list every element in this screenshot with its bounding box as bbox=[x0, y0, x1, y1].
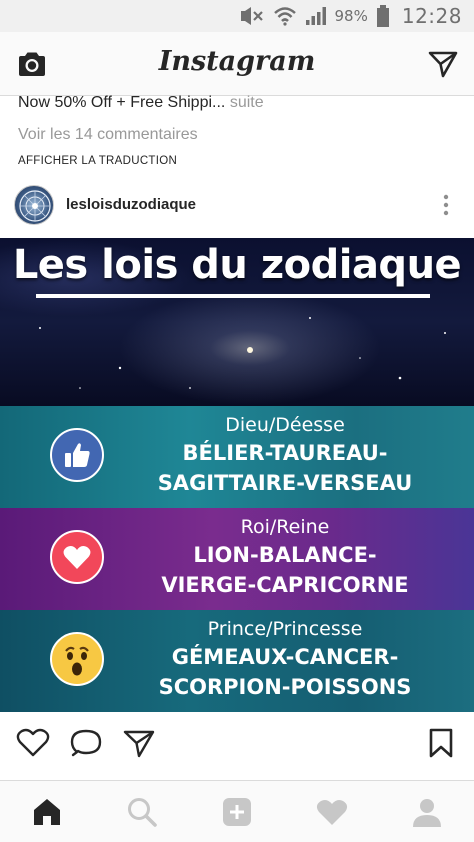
love-icon bbox=[50, 530, 104, 584]
zodiac-group-band: Roi/Reine LION-BALANCE- VIERGE-CAPRICORN… bbox=[0, 508, 474, 610]
title-underline bbox=[36, 294, 430, 298]
image-title: Les lois du zodiaque bbox=[12, 242, 462, 288]
see-translation-link[interactable]: AFFICHER LA TRADUCTION bbox=[18, 155, 177, 167]
app-header: Instagram bbox=[0, 32, 474, 96]
heart-icon[interactable] bbox=[16, 728, 50, 758]
home-icon[interactable] bbox=[30, 795, 64, 829]
group-role: Dieu/Déesse bbox=[225, 414, 345, 436]
profile-icon[interactable] bbox=[410, 795, 444, 829]
status-bar: 98% 12:28 bbox=[0, 0, 474, 32]
group-signs-line2: VIERGE-CAPRICORNE bbox=[161, 573, 409, 597]
post-actions bbox=[0, 712, 474, 770]
group-role: Prince/Princesse bbox=[207, 618, 363, 640]
bottom-navigation bbox=[0, 780, 474, 842]
avatar[interactable] bbox=[14, 185, 54, 225]
activity-icon[interactable] bbox=[315, 795, 349, 829]
group-signs-line2: SAGITTAIRE-VERSEAU bbox=[157, 471, 413, 495]
comment-icon[interactable] bbox=[70, 728, 104, 758]
group-signs-line2: SCORPION-POISSONS bbox=[158, 675, 412, 699]
battery-percentage: 98% bbox=[334, 7, 368, 25]
add-post-icon[interactable] bbox=[220, 795, 254, 829]
battery-icon bbox=[376, 5, 389, 27]
clock: 12:28 bbox=[401, 4, 462, 28]
like-icon bbox=[50, 428, 104, 482]
zodiac-group-band: Dieu/Déesse BÉLIER-TAUREAU- SAGITTAIRE-V… bbox=[0, 406, 474, 508]
post-username[interactable]: lesloisduzodiaque bbox=[66, 196, 196, 213]
wifi-icon bbox=[273, 7, 296, 26]
signal-icon bbox=[305, 7, 326, 25]
direct-message-icon[interactable] bbox=[428, 50, 458, 78]
group-signs-line1: LION-BALANCE- bbox=[193, 543, 377, 567]
caption-more-link[interactable]: suite bbox=[230, 94, 264, 111]
mute-icon bbox=[240, 7, 263, 25]
wow-icon bbox=[50, 632, 104, 686]
post-image[interactable]: Les lois du zodiaque Dieu/Déesse BÉLIER-… bbox=[0, 238, 474, 712]
more-vertical-icon[interactable] bbox=[442, 193, 450, 217]
view-comments-link[interactable]: Voir les 14 commentaires bbox=[18, 126, 198, 144]
group-signs-line1: BÉLIER-TAUREAU- bbox=[182, 441, 388, 465]
previous-post-caption: Now 50% Off + Free Shippi... suite bbox=[18, 94, 264, 112]
zodiac-group-band: Prince/Princesse GÉMEAUX-CANCER- SCORPIO… bbox=[0, 610, 474, 712]
search-icon[interactable] bbox=[125, 795, 159, 829]
caption-text: Now 50% Off + Free Shippi... bbox=[18, 94, 226, 111]
group-signs-line1: GÉMEAUX-CANCER- bbox=[171, 645, 399, 669]
share-icon[interactable] bbox=[122, 728, 156, 758]
next-caption-peek bbox=[18, 772, 458, 780]
bookmark-icon[interactable] bbox=[424, 728, 458, 758]
instagram-logo[interactable]: Instagram bbox=[0, 46, 474, 77]
group-role: Roi/Reine bbox=[240, 516, 330, 538]
post-header: lesloisduzodiaque bbox=[0, 181, 474, 239]
